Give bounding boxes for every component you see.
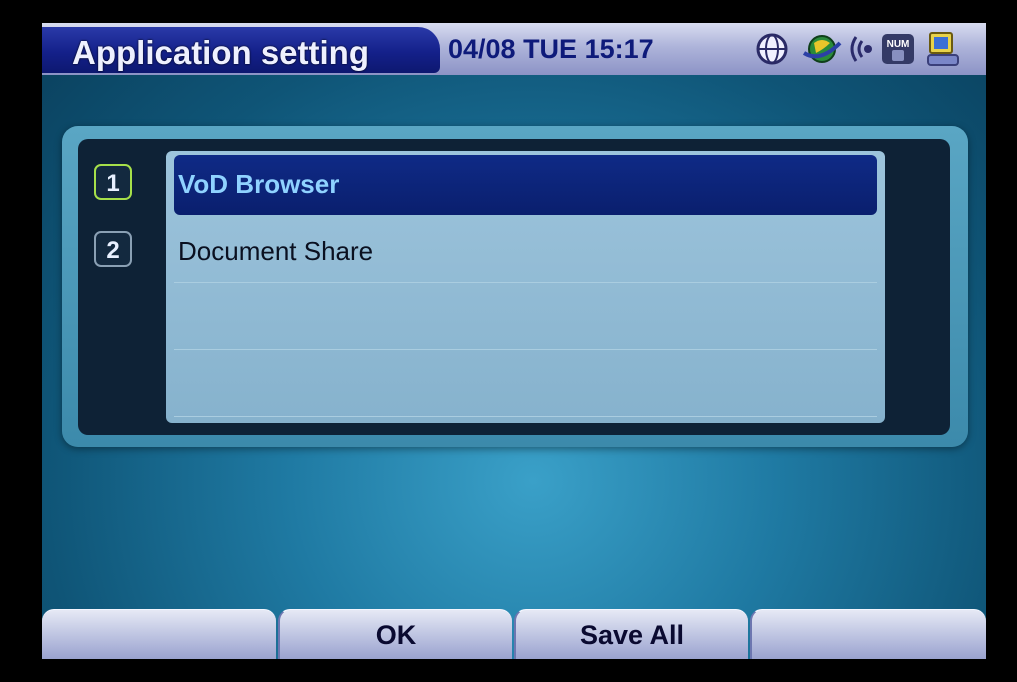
softkey-4-button[interactable] — [750, 609, 986, 659]
list-item-document-share[interactable]: Document Share — [174, 222, 877, 283]
softkey-1-button[interactable] — [42, 609, 276, 659]
network-globe-icon — [756, 33, 788, 65]
softkey-bar: OK Save All — [42, 609, 986, 659]
date-time: 04/08 TUE 15:17 — [448, 34, 654, 64]
save-all-button[interactable]: Save All — [514, 609, 748, 659]
ok-label: OK — [375, 620, 417, 650]
list-item-label: VoD Browser — [178, 169, 340, 199]
list-item-empty-4[interactable] — [174, 356, 877, 417]
app-screen: Application setting 04/08 TUE 15:17 NUM … — [42, 23, 986, 659]
item-number-1[interactable]: 1 — [94, 164, 132, 200]
title-bar: Application setting 04/08 TUE 15:17 NUM — [42, 23, 986, 75]
computer-icon — [927, 32, 959, 66]
list-item-label: Document Share — [178, 236, 374, 266]
num-lock-text: NUM — [887, 39, 910, 50]
save-all-label: Save All — [579, 620, 685, 650]
list-item-vod-browser[interactable]: VoD Browser — [174, 155, 877, 215]
connection-globe-icon — [802, 35, 842, 63]
list-item-empty-3[interactable] — [174, 289, 877, 350]
num-lock-icon: NUM — [882, 34, 914, 64]
title-tab: Application setting — [42, 27, 440, 73]
ok-button[interactable]: OK — [278, 609, 512, 659]
item-number-2[interactable]: 2 — [94, 231, 132, 267]
signal-wave-icon — [850, 36, 872, 62]
application-list: VoD Browser Document Share — [166, 151, 885, 423]
page-title: Application setting — [72, 34, 369, 71]
